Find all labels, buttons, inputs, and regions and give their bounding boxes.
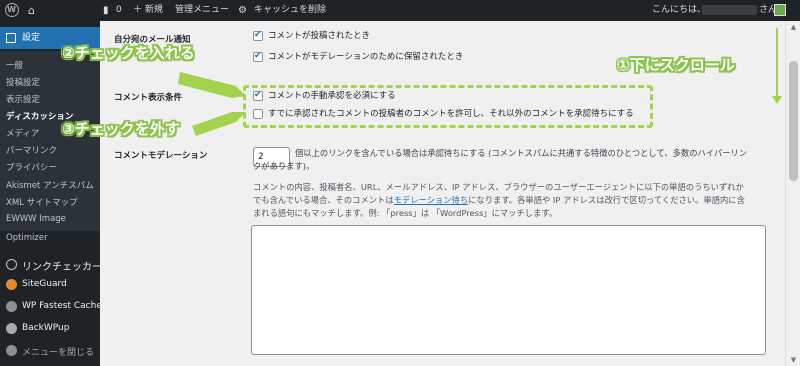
- scroll-arrow-head: [772, 96, 782, 104]
- annotation-step2: ②チェックを入れる: [62, 44, 195, 62]
- step3-arrow-icon: [192, 112, 246, 136]
- annotation-step3: ③チェックを外す: [62, 120, 180, 138]
- annotation-step1: ①下にスクロール: [617, 56, 735, 74]
- step2-arrow-icon: [178, 72, 246, 98]
